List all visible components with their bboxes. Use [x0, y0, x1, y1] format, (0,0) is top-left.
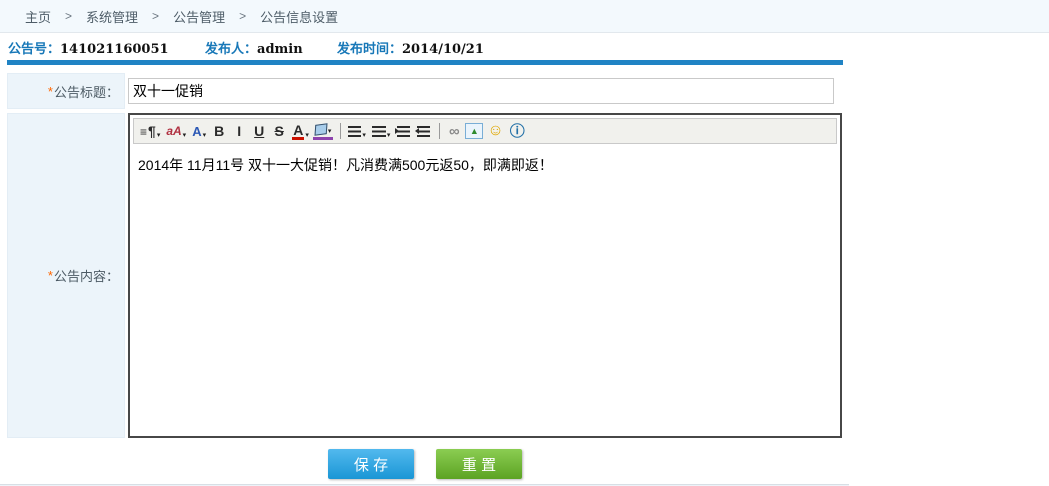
paragraph-format-icon[interactable]: ¶▾ — [138, 121, 162, 141]
bold-icon[interactable]: B — [210, 121, 228, 141]
breadcrumb-separator: > — [152, 9, 159, 23]
image-icon[interactable]: ▲ — [465, 123, 483, 139]
info-publisher-value: admin — [257, 42, 303, 57]
reset-button[interactable]: 重 置 — [436, 449, 522, 479]
title-input[interactable] — [128, 78, 834, 104]
toolbar-separator — [340, 123, 341, 139]
announcement-form: * 公告标题： * 公告内容： ¶▾aA▾A▾BIUSA▾▾▾▾∞▲☺ⓘ 201… — [7, 73, 843, 438]
required-asterisk: * — [48, 84, 53, 99]
font-color-icon[interactable]: A▾ — [290, 121, 311, 141]
breadcrumb-item-3[interactable]: 公告管理 — [173, 7, 225, 26]
info-publisher-label: 发布人： — [205, 41, 257, 56]
breadcrumb-separator: > — [239, 9, 246, 23]
save-button[interactable]: 保 存 — [328, 449, 414, 479]
breadcrumb: 主页 > 系统管理 > 公告管理 > 公告信息设置 — [0, 0, 1049, 33]
dropdown-arrow-icon: ▾ — [387, 131, 391, 141]
link-icon[interactable]: ∞ — [445, 121, 463, 141]
breadcrumb-separator: > — [65, 9, 72, 23]
breadcrumb-item-1[interactable]: 主页 — [25, 7, 51, 26]
title-label: * 公告标题： — [7, 73, 125, 109]
dropdown-arrow-icon: ▾ — [328, 127, 332, 137]
alignment-icon[interactable]: ▾ — [346, 121, 368, 141]
dropdown-arrow-icon: ▾ — [183, 131, 187, 141]
info-notice-id-label: 公告号： — [8, 41, 60, 56]
content-row: * 公告内容： ¶▾aA▾A▾BIUSA▾▾▾▾∞▲☺ⓘ 2014年 11月11… — [7, 113, 843, 438]
background-color-icon[interactable]: ▾ — [313, 123, 334, 140]
italic-icon[interactable]: I — [230, 121, 248, 141]
info-notice-id: 公告号：141021160051 — [8, 40, 205, 59]
outdent-icon[interactable] — [414, 121, 432, 141]
font-size-icon[interactable]: A▾ — [190, 121, 208, 141]
strikethrough-icon[interactable]: S — [270, 121, 288, 141]
info-bar: 公告号：141021160051发布人：admin发布时间：2014/10/21 — [7, 40, 843, 58]
accent-divider — [7, 60, 843, 65]
breadcrumb-item-4: 公告信息设置 — [260, 7, 338, 26]
info-publish-time: 发布时间：2014/10/21 — [337, 40, 484, 59]
breadcrumb-item-2[interactable]: 系统管理 — [86, 7, 138, 26]
info-publish-time-value: 2014/10/21 — [402, 42, 484, 57]
info-notice-id-value: 141021160051 — [60, 42, 169, 57]
list-icon[interactable]: ▾ — [370, 121, 393, 141]
editor-content[interactable]: 2014年 11月11号 双十一大促销！凡消费满500元返50，即满即返！ — [130, 147, 840, 436]
font-family-icon[interactable]: aA▾ — [164, 121, 188, 141]
page-container: 公告号：141021160051发布人：admin发布时间：2014/10/21… — [0, 40, 849, 486]
button-row: 保 存 重 置 — [7, 442, 843, 484]
indent-icon[interactable] — [394, 121, 412, 141]
emoticon-icon[interactable]: ☺ — [485, 121, 505, 141]
editor-toolbar: ¶▾aA▾A▾BIUSA▾▾▾▾∞▲☺ⓘ — [133, 118, 837, 144]
title-row: * 公告标题： — [7, 73, 843, 109]
content-label-text: 公告内容： — [54, 266, 119, 285]
title-label-text: 公告标题： — [54, 82, 119, 101]
about-icon[interactable]: ⓘ — [508, 121, 527, 141]
required-asterisk: * — [48, 268, 53, 283]
content-label: * 公告内容： — [7, 113, 125, 438]
dropdown-arrow-icon: ▾ — [203, 131, 207, 141]
underline-icon[interactable]: U — [250, 121, 268, 141]
dropdown-arrow-icon: ▾ — [305, 131, 309, 141]
toolbar-separator — [439, 123, 440, 139]
info-publisher: 发布人：admin — [205, 40, 337, 59]
dropdown-arrow-icon: ▾ — [157, 131, 161, 141]
dropdown-arrow-icon: ▾ — [362, 131, 366, 141]
rich-text-editor: ¶▾aA▾A▾BIUSA▾▾▾▾∞▲☺ⓘ 2014年 11月11号 双十一大促销… — [128, 113, 842, 438]
info-publish-time-label: 发布时间： — [337, 41, 402, 56]
